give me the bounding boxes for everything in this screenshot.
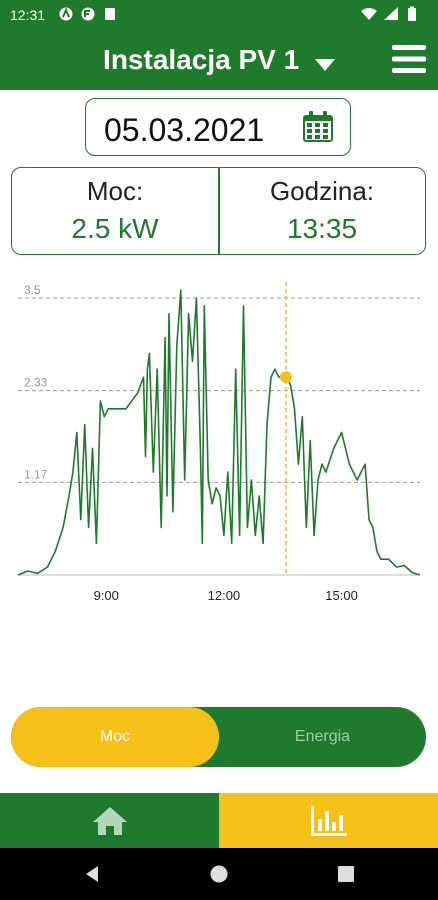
power-chart[interactable]: 3.5 2.33 1.17 9:00 12:00 15:00 — [0, 270, 438, 620]
toggle-power-option[interactable]: Moc — [11, 707, 219, 767]
battery-icon — [408, 8, 416, 21]
back-icon[interactable] — [83, 864, 103, 884]
selected-point — [279, 371, 292, 384]
power-label: Moc: — [86, 176, 144, 206]
installation-title: Instalacja PV 1 — [103, 44, 300, 75]
date-picker[interactable]: 05.03.2021 — [85, 98, 351, 156]
app-bar: Instalacja PV 1 — [0, 30, 438, 90]
y-tick-label: 3.5 — [24, 283, 41, 297]
y-tick-label: 2.33 — [24, 376, 48, 390]
x-tick-label: 9:00 — [94, 588, 119, 603]
x-tick-label: 12:00 — [208, 588, 241, 603]
status-time: 12:31 — [10, 7, 46, 23]
nav-chart-tab[interactable] — [219, 793, 438, 848]
power-panel: Moc: 2.5 kW — [12, 176, 218, 245]
power-value: 2.5 kW — [71, 213, 159, 244]
caret-down-icon — [314, 46, 335, 78]
notification-icons — [58, 6, 128, 25]
hour-panel: Godzina: 13:35 — [219, 176, 425, 245]
installation-selector[interactable]: Instalacja PV 1 — [0, 44, 438, 78]
power-series-line — [17, 289, 421, 576]
y-tick-label: 1.17 — [24, 467, 48, 481]
calendar-icon[interactable] — [302, 111, 334, 143]
x-tick-label: 15:00 — [325, 588, 358, 603]
hamburger-menu-icon[interactable] — [392, 44, 426, 74]
reading-info-box: Moc: 2.5 kW Godzina: 13:35 — [11, 167, 426, 255]
status-bar: 12:31 — [0, 0, 438, 30]
home-icon — [92, 806, 127, 835]
bottom-navigation — [0, 793, 438, 848]
recents-icon[interactable] — [336, 864, 356, 884]
toggle-energy-option[interactable]: Energia — [219, 707, 426, 767]
hour-value: 13:35 — [286, 213, 358, 244]
chart-mode-toggle[interactable]: Moc Energia — [11, 707, 426, 767]
system-status-icons — [360, 6, 426, 25]
home-circle-icon[interactable] — [209, 864, 229, 884]
hour-label: Godzina: — [269, 176, 375, 206]
bar-chart-icon — [310, 805, 347, 836]
signal-icon — [384, 7, 398, 20]
nav-home-tab[interactable] — [0, 793, 219, 848]
wifi-icon — [361, 8, 377, 20]
system-navigation-bar — [0, 848, 438, 900]
selected-date: 05.03.2021 — [104, 112, 265, 148]
power-chart-svg[interactable]: 3.5 2.33 1.17 9:00 12:00 15:00 — [0, 270, 438, 620]
